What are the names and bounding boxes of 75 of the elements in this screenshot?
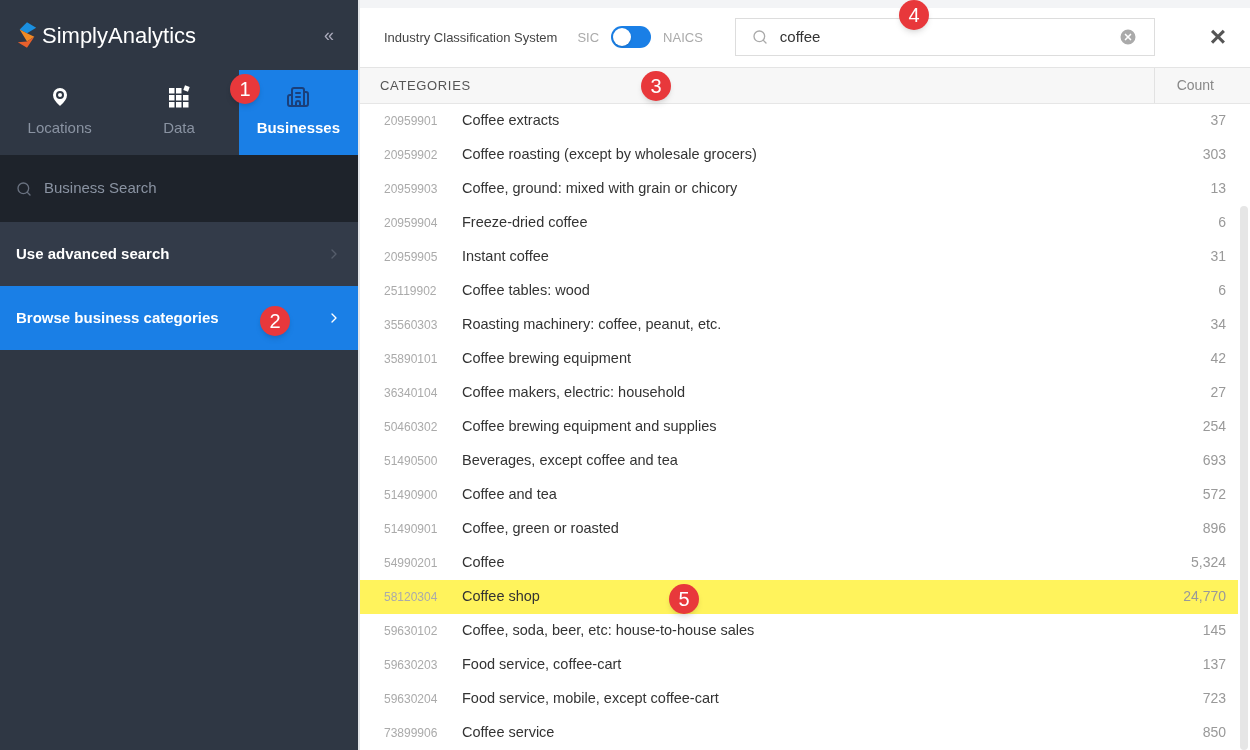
category-count: 850	[1202, 723, 1226, 743]
category-count: 31	[1210, 247, 1226, 267]
category-name: Coffee tables: wood	[462, 281, 590, 301]
category-code: 20959901	[384, 113, 439, 130]
category-count: 5,324	[1190, 553, 1226, 573]
close-button[interactable]: ×	[1209, 23, 1226, 52]
category-name: Coffee roasting (except by wholesale grocers)	[462, 145, 757, 165]
category-count: 137	[1202, 655, 1226, 675]
clear-icon[interactable]	[1117, 27, 1138, 48]
category-name: Beverages, except coffee and tea	[462, 451, 678, 471]
category-count: 572	[1202, 485, 1226, 505]
category-name: Roasting machinery: coffee, peanut, etc.	[462, 315, 722, 335]
category-count: 6	[1218, 281, 1226, 301]
category-count: 303	[1202, 145, 1226, 165]
category-name: Coffee shop	[462, 587, 540, 607]
search-icon	[16, 180, 32, 197]
category-name: Coffee and tea	[462, 485, 557, 505]
category-name: Coffee, ground: mixed with grain or chicory	[462, 179, 738, 199]
category-name: Instant coffee	[462, 247, 549, 267]
column-header: CATEGORIES	[380, 76, 471, 95]
category-code: 35560303	[384, 317, 439, 334]
app-logo-text: SimplyAnalytics	[42, 21, 197, 50]
category-code: 20959904	[384, 215, 439, 232]
category-count: 42	[1210, 349, 1226, 369]
category-count: 27	[1210, 383, 1226, 403]
category-name: Coffee makers, electric: household	[462, 383, 685, 403]
category-name: Coffee, soda, beer, etc: house-to-house sales	[462, 621, 755, 641]
category-name: Coffee, green or roasted	[462, 519, 619, 539]
building-icon	[286, 85, 311, 110]
scrollbar[interactable]	[1240, 206, 1248, 750]
category-count: 693	[1202, 451, 1226, 471]
category-code: 59630203	[384, 657, 439, 674]
category-count: 34	[1210, 315, 1226, 335]
category-code: 25119902	[384, 283, 438, 300]
category-count: 896	[1202, 519, 1226, 539]
category-code: 59630204	[384, 691, 439, 708]
category-code: 54990201	[384, 555, 439, 572]
category-count: 37	[1210, 111, 1226, 131]
category-count: 723	[1202, 689, 1226, 709]
category-name: Freeze-dried coffee	[462, 213, 588, 233]
category-name: Coffee extracts	[462, 111, 560, 131]
logo-icon	[16, 20, 38, 50]
naics-label: NAICS	[663, 28, 703, 47]
category-code: 35890101	[384, 351, 439, 368]
collapse-button[interactable]: «	[324, 21, 334, 49]
category-name: Coffee	[462, 553, 505, 573]
category-name: Food service, mobile, except coffee-cart	[462, 689, 719, 709]
category-code: 20959902	[384, 147, 439, 164]
category-count: 13	[1210, 179, 1226, 199]
category-code: 51490900	[384, 487, 439, 504]
sic-label: SIC	[577, 28, 600, 47]
classification-label: Industry Classification System	[384, 28, 558, 47]
category-name: Coffee service	[462, 723, 555, 743]
category-code: 36340104	[384, 385, 439, 402]
category-count: 254	[1202, 417, 1226, 437]
category-code: 51490500	[384, 453, 439, 470]
menu-item[interactable]: Use advanced search	[0, 222, 358, 286]
category-name: Coffee brewing equipment	[462, 349, 631, 369]
category-code: 20959903	[384, 181, 439, 198]
category-count: 24,770	[1183, 587, 1226, 607]
category-code: 50460302	[384, 419, 439, 436]
category-code: 59630102	[384, 623, 439, 640]
category-count: 6	[1218, 213, 1226, 233]
category-code: 20959905	[384, 249, 439, 266]
category-code: 51490901	[384, 521, 439, 538]
grid-icon	[167, 85, 191, 110]
category-code: 58120304	[384, 589, 439, 606]
search-icon	[751, 29, 768, 46]
category-name: Food service, coffee-cart	[462, 655, 622, 675]
business-search-field[interactable]: Business Search	[44, 177, 304, 200]
category-count: 145	[1202, 621, 1226, 641]
classification-toggle[interactable]	[611, 26, 652, 49]
column-header: Count	[1154, 68, 1250, 103]
category-name: Coffee brewing equipment and supplies	[462, 417, 717, 437]
category-code: 73899906	[384, 725, 439, 742]
